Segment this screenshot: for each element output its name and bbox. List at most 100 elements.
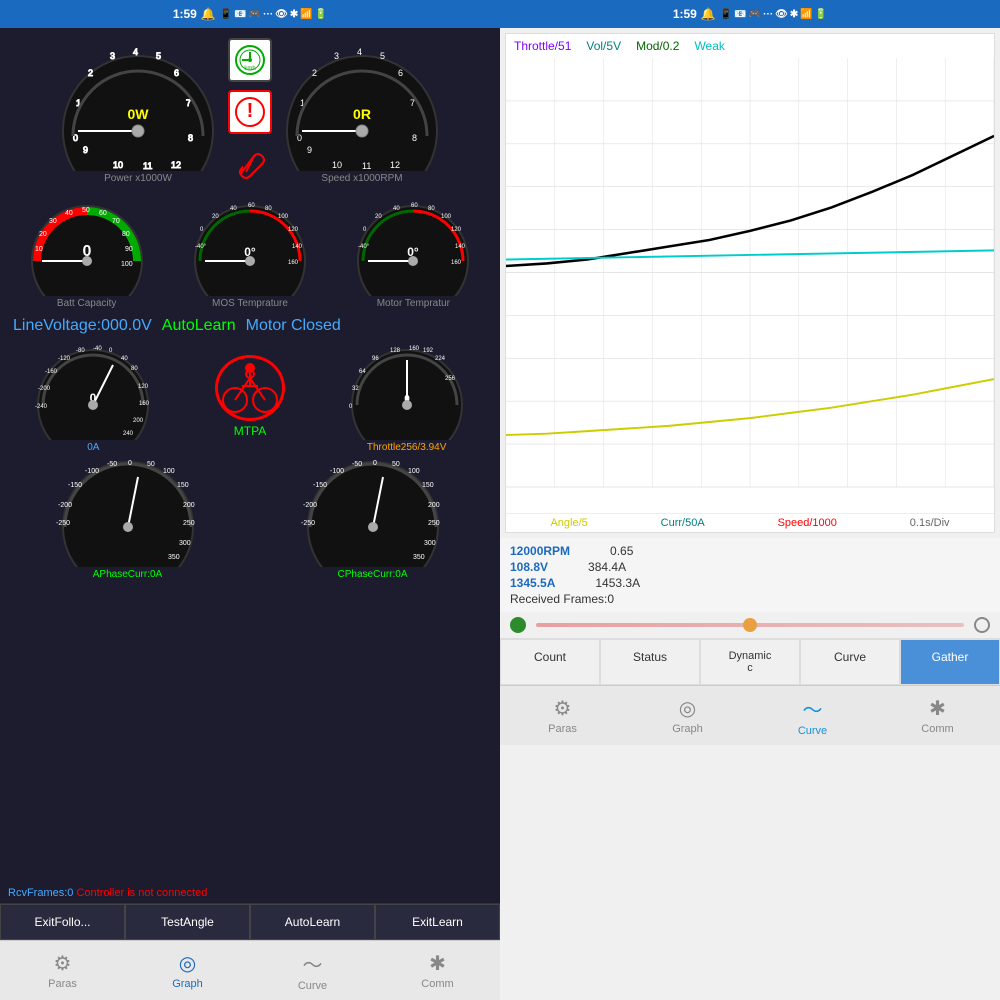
svg-text:20: 20: [39, 231, 47, 238]
svg-text:40: 40: [230, 206, 237, 212]
wrench-icon: [234, 148, 266, 180]
weak-chart-label: Weak: [694, 39, 724, 53]
chart-bottom-labels: Angle/5 Curr/50A Speed/1000 0.1s/Div: [506, 513, 994, 532]
svg-text:80: 80: [428, 206, 435, 212]
svg-text:240: 240: [123, 431, 134, 437]
svg-text:-50: -50: [352, 461, 362, 468]
svg-text:0R: 0R: [353, 106, 371, 122]
right-nav-graph[interactable]: ◎ Graph: [625, 686, 750, 745]
svg-text:9: 9: [307, 145, 312, 155]
svg-text:224: 224: [435, 356, 446, 362]
svg-text:6: 6: [174, 68, 179, 78]
speedometer-icon-box: kmh: [228, 38, 272, 82]
gauges-row4: -250 -200 -150 -100 -50 0 50 100 150 200…: [5, 455, 495, 582]
mos-label: MOS Temprature: [212, 298, 288, 309]
svg-text:20: 20: [212, 214, 219, 220]
power-gauge-svg: 0 1 2 3 4 5 6 7 8 9 10 11 12: [58, 41, 218, 171]
svg-text:11: 11: [362, 161, 371, 171]
chart-top-labels: Throttle/51 Vol/5V Mod/0.2 Weak: [506, 34, 994, 58]
right-nav-curve[interactable]: 〜 Curve: [750, 686, 875, 745]
svg-text:4: 4: [357, 47, 362, 57]
left-panel: 1:59 🔔 📱 📧 🎮 ··· 👁 ✱ 📶 🔋: [0, 0, 500, 1000]
slider-thumb[interactable]: [743, 618, 757, 632]
gather-tab[interactable]: Gather: [900, 639, 1000, 685]
svg-text:-120: -120: [58, 356, 71, 362]
svg-text:90: 90: [125, 246, 133, 253]
exit-learn-button[interactable]: ExitLearn: [375, 904, 500, 940]
right-status-bar: 1:59 🔔 📱 📧 🎮 ··· 👁 ✱ 📶 🔋: [500, 0, 1000, 28]
svg-text:200: 200: [183, 502, 195, 509]
svg-text:80: 80: [122, 231, 130, 238]
svg-text:120: 120: [288, 227, 299, 233]
svg-text:-50: -50: [107, 461, 117, 468]
motor-closed: Motor Closed: [246, 317, 341, 335]
svg-text:150: 150: [177, 482, 189, 489]
right-panel: 1:59 🔔 📱 📧 🎮 ··· 👁 ✱ 📶 🔋 Throttle/51 Vol…: [500, 0, 1000, 1000]
svg-text:11: 11: [143, 161, 152, 171]
right-nav-comm[interactable]: ✱ Comm: [875, 686, 1000, 745]
svg-text:8: 8: [188, 133, 193, 143]
left-nav-curve-label: Curve: [298, 980, 327, 992]
svg-text:40: 40: [65, 210, 73, 217]
throttle-label: Throttle256/3.94V: [367, 442, 447, 453]
slider-row: [500, 612, 1000, 638]
rpm-stat: 12000RPM: [510, 544, 570, 558]
svg-text:60: 60: [99, 210, 107, 217]
svg-text:100: 100: [408, 468, 420, 475]
motor-temp-gauge-svg: -40° 0 20 40 60 80 100 120 140 160 0°: [353, 196, 473, 296]
aphase-label: APhaseCurr:0A: [93, 569, 162, 580]
left-nav-comm[interactable]: ✱ Comm: [375, 941, 500, 1000]
speed-label: Speed/1000: [778, 517, 837, 529]
stats-row3: 1345.5A 1453.3A: [510, 576, 990, 590]
count-tab[interactable]: Count: [500, 639, 600, 685]
slider-track[interactable]: [536, 623, 964, 627]
svg-text:160: 160: [409, 346, 420, 352]
right-time: 1:59: [673, 7, 697, 21]
left-nav-paras[interactable]: ⚙ Paras: [0, 941, 125, 1000]
curve-tab[interactable]: Curve: [800, 639, 900, 685]
svg-text:0: 0: [128, 460, 132, 467]
svg-text:160: 160: [451, 260, 462, 266]
right-tab-buttons: Count Status Dynamicc Curve Gather: [500, 638, 1000, 685]
mtpa-label: MTPA: [234, 424, 266, 438]
svg-text:12: 12: [390, 160, 400, 170]
gauges-row3: -240 -200 -160 -120 -80 -40 0 40 80 120 …: [5, 338, 495, 455]
svg-text:-150: -150: [313, 482, 327, 489]
svg-text:250: 250: [183, 520, 195, 527]
left-nav-graph[interactable]: ◎ Graph: [125, 941, 250, 1000]
svg-text:32: 32: [352, 386, 359, 392]
right-nav-paras-label: Paras: [548, 723, 577, 735]
bike-icon: [220, 358, 280, 418]
auto-learn-button[interactable]: AutoLearn: [250, 904, 375, 940]
action-buttons: ExitFollo... TestAngle AutoLearn ExitLea…: [0, 903, 500, 940]
mtpa-box: MTPA: [210, 357, 290, 437]
svg-text:-200: -200: [303, 502, 317, 509]
svg-text:0W: 0W: [128, 106, 150, 122]
left-nav-paras-label: Paras: [48, 978, 77, 990]
svg-text:-150: -150: [68, 482, 82, 489]
side-icons: kmh !: [228, 38, 272, 186]
exit-follow-button[interactable]: ExitFollo...: [0, 904, 125, 940]
aphase-gauge-svg: -250 -200 -150 -100 -50 0 50 100 150 200…: [53, 457, 203, 567]
svg-text:350: 350: [168, 554, 180, 561]
dynamic-tab[interactable]: Dynamicc: [700, 639, 800, 685]
speedometer-icon: kmh: [234, 44, 266, 76]
svg-text:96: 96: [372, 356, 379, 362]
svg-text:60: 60: [411, 203, 418, 209]
power-gauge: 0 1 2 3 4 5 6 7 8 9 10 11 12: [58, 41, 218, 184]
svg-text:10: 10: [332, 160, 342, 170]
cphase-gauge-svg: -250 -200 -150 -100 -50 0 50 100 150 200…: [298, 457, 448, 567]
left-nav-curve[interactable]: 〜 Curve: [250, 941, 375, 1000]
speed-gauge: 0 1 2 3 4 5 6 7 8 9 10 11 12: [282, 41, 442, 184]
svg-text:5: 5: [156, 51, 161, 61]
left-status-icons: 🔔: [201, 7, 216, 21]
svg-text:250: 250: [428, 520, 440, 527]
vol-chart-label: Vol/5V: [586, 39, 621, 53]
test-angle-button[interactable]: TestAngle: [125, 904, 250, 940]
current-gauge: -240 -200 -160 -120 -80 -40 0 40 80 120 …: [33, 340, 153, 453]
svg-text:-40°: -40°: [195, 244, 207, 250]
svg-text:-240: -240: [35, 404, 48, 410]
warning-icon: !: [234, 96, 266, 128]
right-nav-paras[interactable]: ⚙ Paras: [500, 686, 625, 745]
status-tab[interactable]: Status: [600, 639, 700, 685]
